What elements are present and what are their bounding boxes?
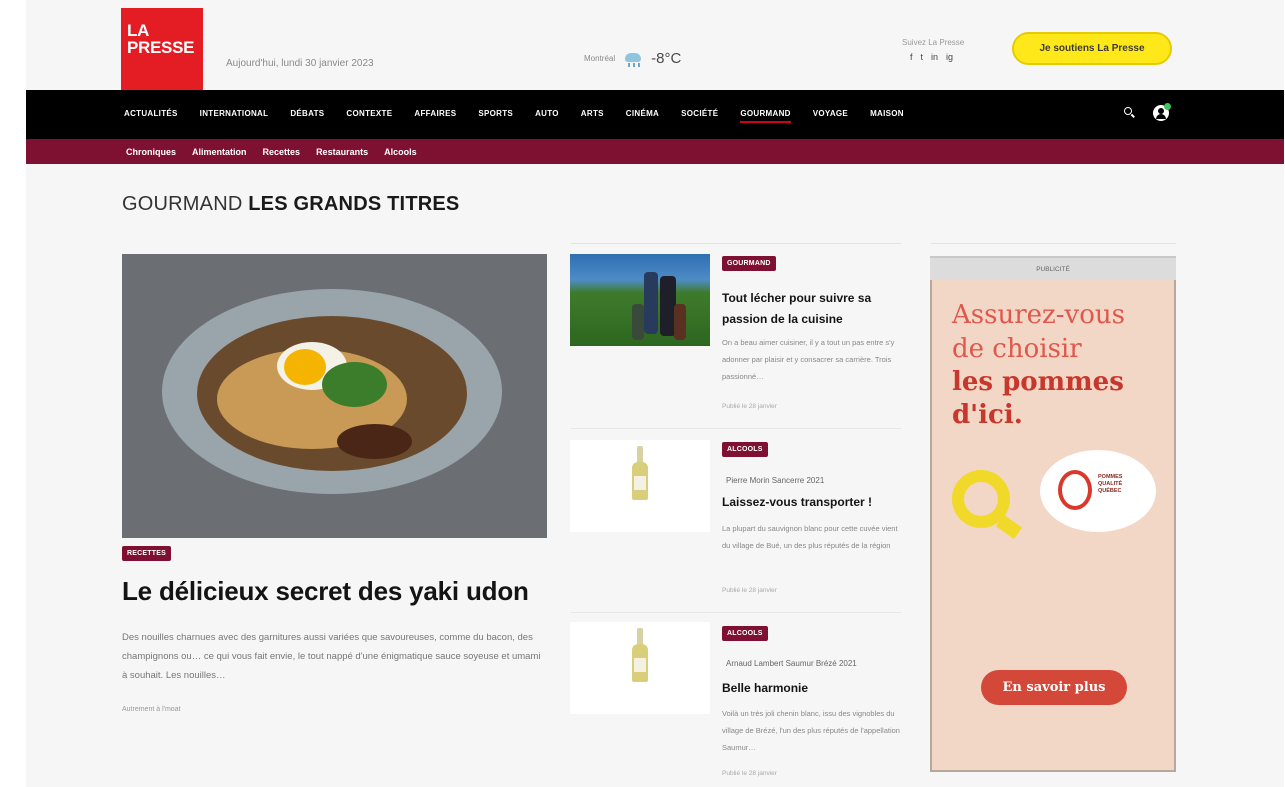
nav-item-maison[interactable]: MAISON — [870, 109, 904, 118]
search-icon[interactable] — [1124, 107, 1136, 119]
weather-temperature: -8°C — [651, 50, 682, 67]
side-article-excerpt: Voilà un très joli chenin blanc, issu de… — [722, 709, 900, 752]
side-article-excerpt: On a beau aimer cuisiner, il y a tout un… — [722, 338, 895, 381]
social-links: f t in ig — [910, 52, 953, 62]
side-article-tag[interactable]: ALCOOLS — [722, 626, 768, 641]
side-article-title[interactable]: Belle harmonie — [722, 678, 907, 699]
current-date: Aujourd'hui, lundi 30 janvier 2023 — [226, 58, 374, 69]
pommes-qualite-quebec-badge: POMMES QUALITÉ QUÉBEC — [1040, 450, 1156, 532]
ad-headline: Assurez-vous de choisir — [952, 300, 1125, 364]
side-article-date: Publié le 28 janvier — [722, 403, 777, 410]
subnav-item-chroniques[interactable]: Chroniques — [126, 147, 176, 157]
logo-line-1: LA — [127, 21, 150, 40]
logo-line-2: PRESSE — [127, 38, 195, 57]
facebook-icon[interactable]: f — [910, 52, 913, 62]
side-article-date: Publié le 28 janvier — [722, 587, 777, 594]
nav-item-societe[interactable]: SOCIÉTÉ — [681, 109, 718, 118]
divider — [571, 428, 901, 429]
nav-item-cinema[interactable]: CINÉMA — [626, 109, 659, 118]
wine-bottle-photo[interactable] — [570, 440, 710, 532]
nav-item-auto[interactable]: AUTO — [535, 109, 559, 118]
nav-item-actualites[interactable]: ACTUALITÉS — [124, 109, 178, 118]
account-icon[interactable] — [1153, 103, 1171, 121]
subnav-item-alcools[interactable]: Alcools — [384, 147, 417, 157]
nav-item-sports[interactable]: SPORTS — [478, 109, 513, 118]
side-article-tag[interactable]: ALCOOLS — [722, 442, 768, 457]
divider — [931, 243, 1176, 244]
side-article-tag[interactable]: GOURMAND — [722, 256, 776, 271]
main-article-author: Autrement à l'moat — [122, 706, 181, 713]
nav-items: ACTUALITÉS INTERNATIONAL DÉBATS CONTEXTE… — [124, 109, 904, 123]
weather-city: Montréal — [584, 54, 616, 63]
nav-item-contexte[interactable]: CONTEXTE — [346, 109, 392, 118]
wine-bottle-photo[interactable] — [570, 622, 710, 714]
nav-item-voyage[interactable]: VOYAGE — [813, 109, 848, 118]
aliments-quebec-badge-icon — [952, 470, 1023, 540]
main-article-summary: Des nouilles charnues avec des garniture… — [122, 632, 541, 681]
left-gutter — [0, 0, 26, 787]
snow-cloud-icon — [623, 51, 643, 67]
linkedin-icon[interactable]: in — [931, 52, 938, 62]
yaki-udon-photo[interactable] — [122, 254, 547, 538]
subnav-items: Chroniques Alimentation Recettes Restaur… — [126, 147, 417, 157]
section-title: GOURMAND LES GRANDS TITRES — [122, 193, 459, 216]
ad-headline-emphasis: les pommes d'ici. — [952, 367, 1124, 430]
nav-item-international[interactable]: INTERNATIONAL — [200, 109, 269, 118]
ad-learn-more-button[interactable]: En savoir plus — [981, 670, 1127, 705]
weather-widget[interactable]: Montréal -8°C — [584, 50, 681, 67]
section-subnav: Chroniques Alimentation Recettes Restaur… — [26, 139, 1284, 164]
side-article-excerpt: La plupart du sauvignon blanc pour cette… — [722, 524, 898, 550]
support-button[interactable]: Je soutiens La Presse — [1012, 32, 1172, 65]
nav-item-arts[interactable]: ARTS — [581, 109, 604, 118]
instagram-icon[interactable]: ig — [946, 52, 953, 62]
wine-name: Arnaud Lambert Saumur Brézé 2021 — [726, 659, 857, 668]
site-header: LA PRESSE Aujourd'hui, lundi 30 janvier … — [26, 0, 1284, 90]
ad-label: PUBLICITÉ — [930, 256, 1176, 280]
la-presse-logo[interactable]: LA PRESSE — [121, 8, 203, 90]
badge-text: POMMES QUALITÉ QUÉBEC — [1098, 474, 1123, 494]
section-prefix: GOURMAND — [122, 193, 243, 215]
main-article-tag[interactable]: RECETTES — [122, 546, 171, 561]
subnav-item-recettes[interactable]: Recettes — [263, 147, 301, 157]
divider — [571, 612, 901, 613]
apple-icon — [1058, 470, 1092, 510]
wine-name: Pierre Morin Sancerre 2021 — [726, 476, 825, 485]
subnav-item-alimentation[interactable]: Alimentation — [192, 147, 247, 157]
side-article-date: Publié le 28 janvier — [722, 770, 777, 777]
main-nav: ACTUALITÉS INTERNATIONAL DÉBATS CONTEXTE… — [26, 90, 1284, 139]
side-article-title[interactable]: Laissez-vous transporter ! — [722, 492, 907, 513]
twitter-icon[interactable]: t — [921, 52, 924, 62]
side-article-title[interactable]: Tout lécher pour suivre sa passion de la… — [722, 288, 907, 330]
follow-label: Suivez La Presse — [902, 38, 965, 47]
advertisement[interactable]: Assurez-vous de choisir les pommes d'ici… — [930, 280, 1176, 772]
nav-item-gourmand[interactable]: GOURMAND — [740, 109, 792, 123]
divider — [571, 243, 901, 244]
cooks-in-field-photo[interactable] — [570, 254, 710, 346]
subnav-item-restaurants[interactable]: Restaurants — [316, 147, 368, 157]
nav-item-debats[interactable]: DÉBATS — [290, 109, 324, 118]
main-article-headline[interactable]: Le délicieux secret des yaki udon — [122, 576, 562, 607]
section-heading: LES GRANDS TITRES — [248, 193, 460, 215]
nav-item-affaires[interactable]: AFFAIRES — [414, 109, 456, 118]
page: LA PRESSE Aujourd'hui, lundi 30 janvier … — [26, 0, 1284, 787]
